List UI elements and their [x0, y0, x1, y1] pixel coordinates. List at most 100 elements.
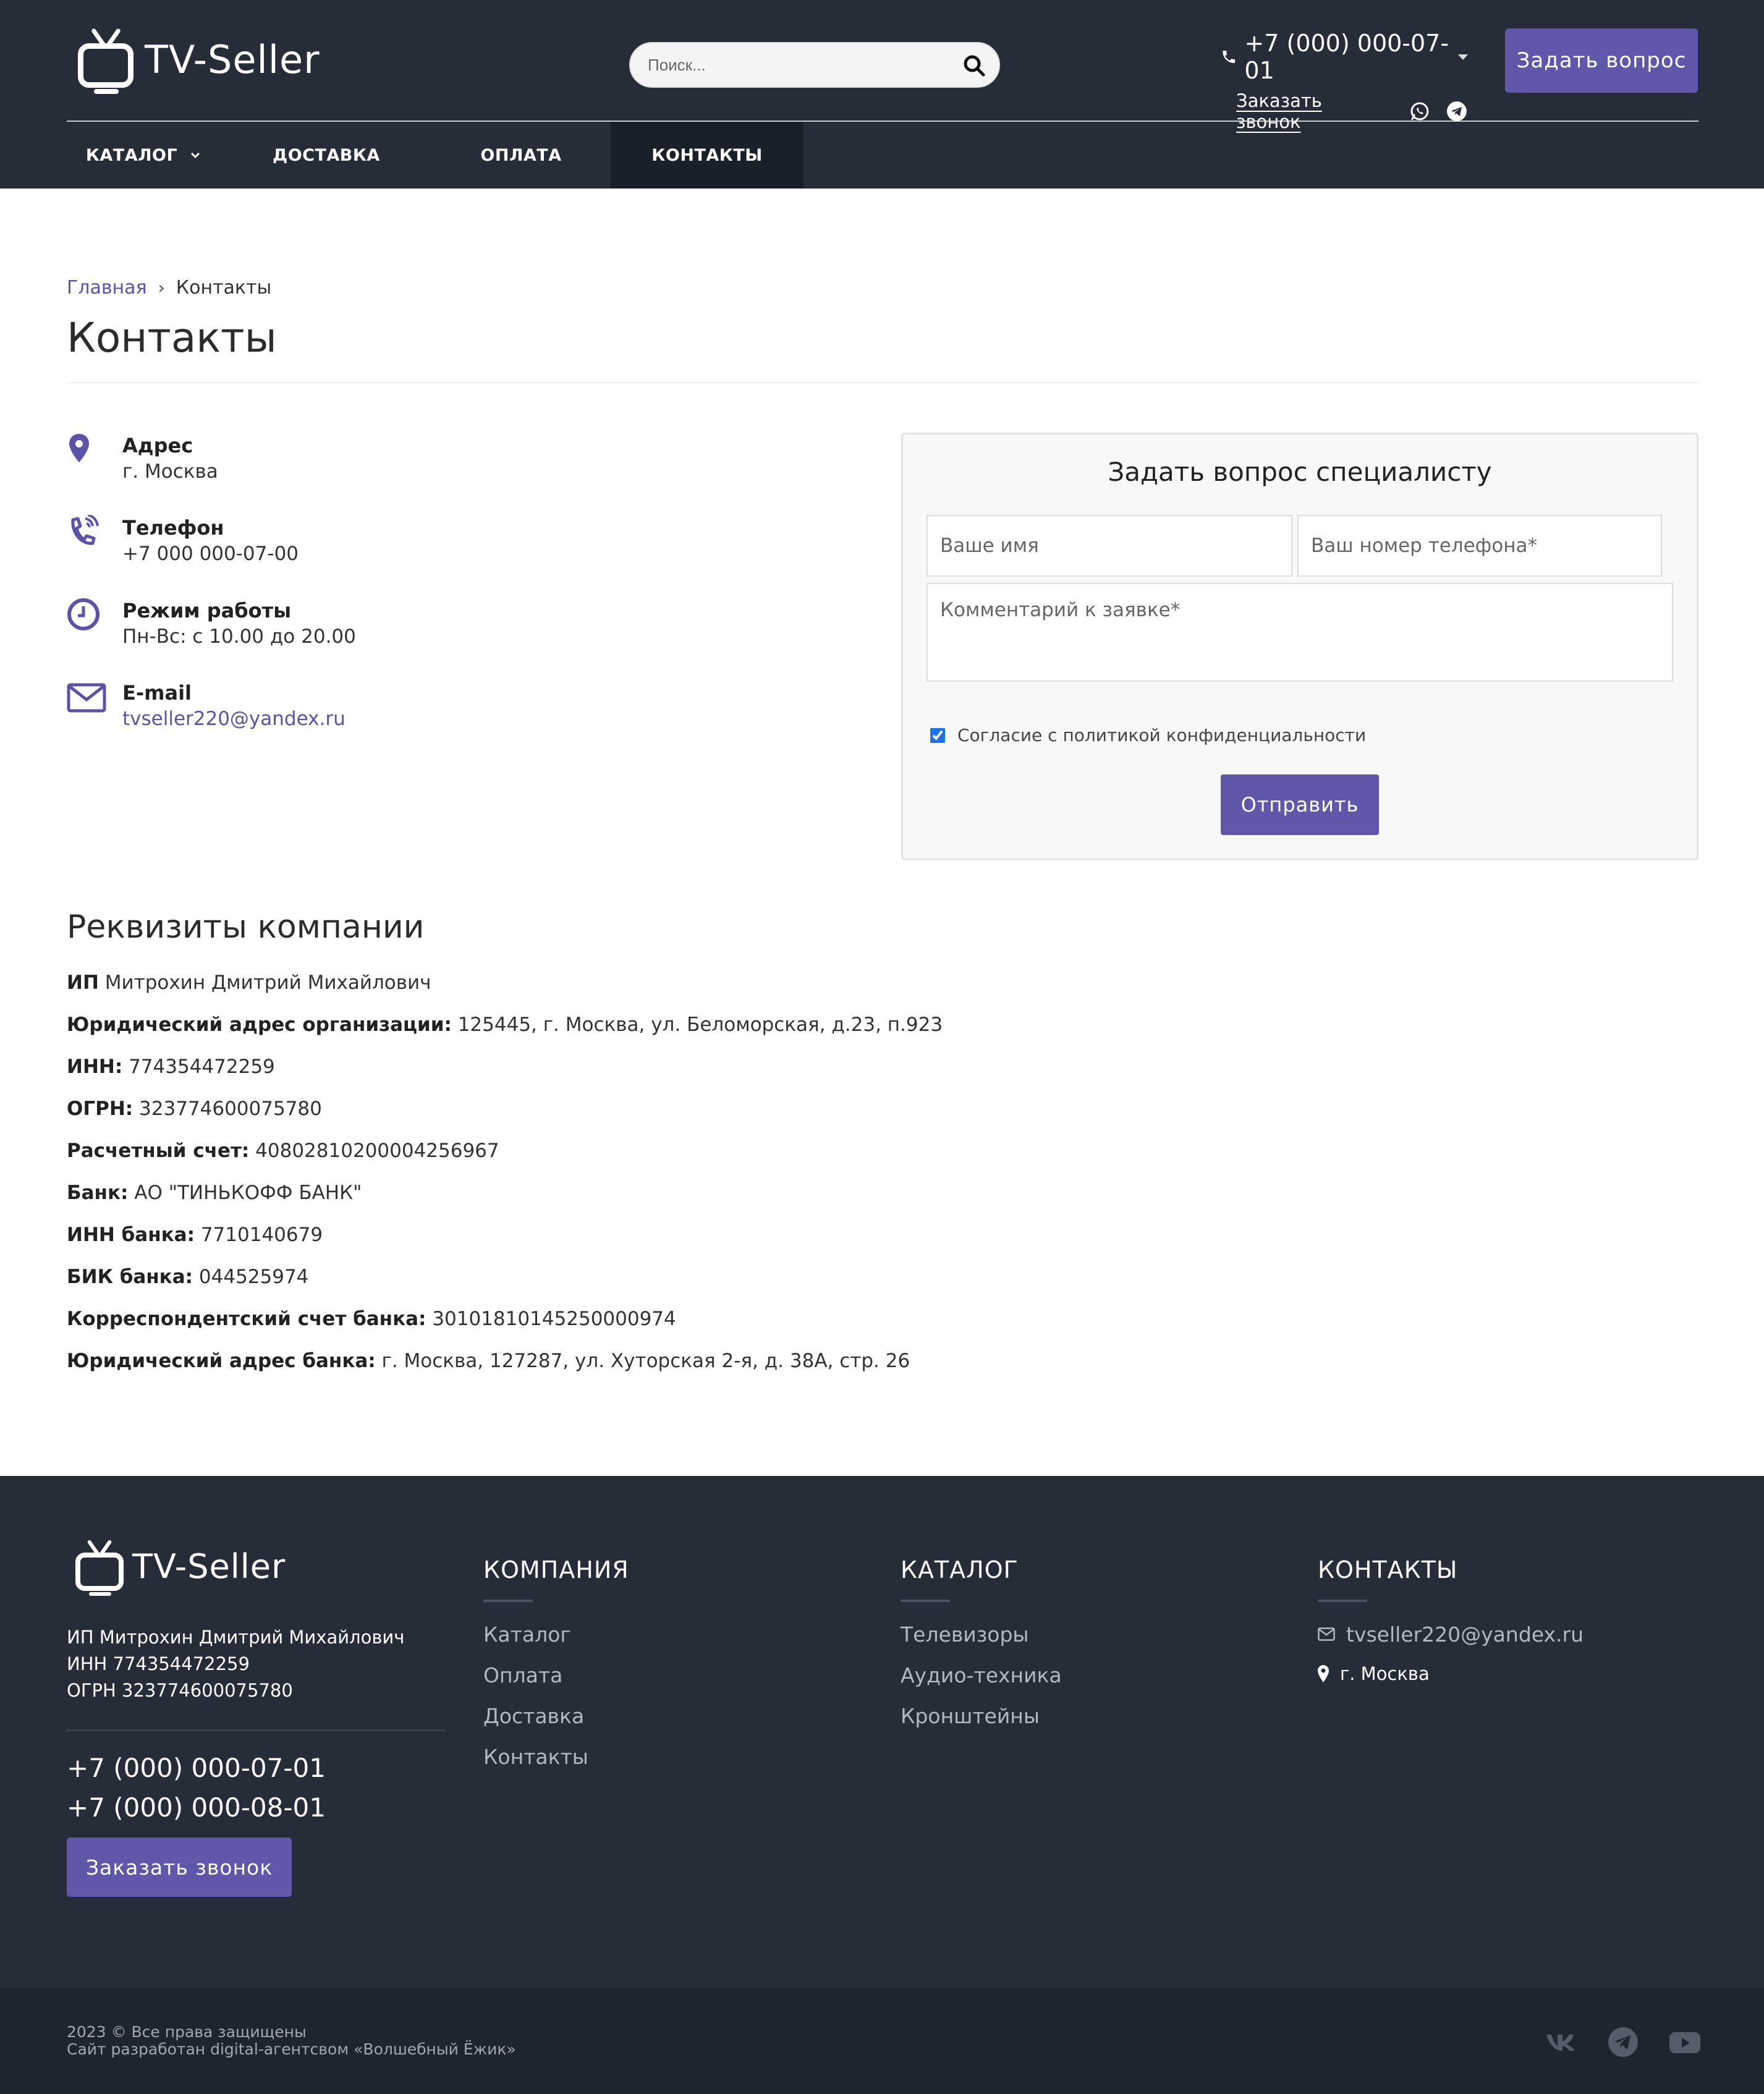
requisite-row: БИК банка: 044525974 — [67, 1261, 943, 1303]
footer-logo-text: TV-Seller — [132, 1546, 286, 1586]
phone-icon — [1223, 51, 1236, 63]
requisite-value: 30101810145250000974 — [426, 1308, 676, 1330]
footer-catalog-column: КАТАЛОГ Телевизоры Аудио-техника Кронште… — [901, 1556, 1062, 1737]
name-field[interactable] — [927, 515, 1292, 577]
phone-dropdown[interactable]: +7 (000) 000-07-01 — [1221, 30, 1468, 84]
footer-phone-2[interactable]: +7 (000) 000-08-01 — [67, 1792, 326, 1823]
site-header: TV-Seller +7 (000) 000-07-01 Заказать зв… — [0, 0, 1764, 189]
requisite-label: Юридический адрес организации: — [67, 1014, 452, 1036]
contact-email-label: E-mail — [122, 681, 192, 705]
chevron-down-icon — [1458, 54, 1468, 60]
contact-address: Адрес г. Москва — [67, 433, 218, 485]
requisite-label: Банк: — [67, 1182, 129, 1204]
map-pin-icon — [1318, 1665, 1329, 1682]
site-logo[interactable]: TV-Seller — [75, 23, 320, 95]
phone-ringing-icon — [71, 515, 99, 545]
requisites-title: Реквизиты компании — [67, 909, 425, 946]
header-phone-block: +7 (000) 000-07-01 Заказать звонок — [1221, 30, 1468, 132]
nav-contacts[interactable]: КОНТАКТЫ — [611, 122, 804, 189]
requisite-label: ИНН: — [67, 1056, 123, 1078]
developer-credit[interactable]: Сайт разработан digital-агентсвом «Волше… — [67, 2041, 516, 2058]
requisite-value: г. Москва, 127287, ул. Хуторская 2-я, д.… — [375, 1350, 910, 1372]
footer-link-delivery[interactable]: Доставка — [483, 1696, 629, 1737]
requisites-list: ИП Митрохин Дмитрий Михайлович Юридическ… — [67, 967, 943, 1388]
comment-field[interactable] — [927, 583, 1673, 682]
map-pin-icon — [69, 434, 89, 462]
contact-address-label: Адрес — [122, 434, 193, 457]
search-input[interactable] — [648, 43, 944, 87]
copyright-text: 2023 © Все права защищены — [67, 2023, 307, 2041]
footer-phone-1[interactable]: +7 (000) 000-07-01 — [67, 1753, 326, 1783]
requisite-row: Юридический адрес организации: 125445, г… — [67, 1009, 943, 1051]
footer-divider — [67, 1729, 445, 1731]
footer-link-catalog[interactable]: Каталог — [483, 1614, 629, 1655]
requisite-label: ИП — [67, 972, 99, 994]
header-phone-number: +7 (000) 000-07-01 — [1244, 30, 1449, 84]
requisite-value: 40802810200004256967 — [249, 1140, 499, 1162]
order-callback-link[interactable]: Заказать звонок — [1236, 90, 1391, 132]
logo-text: TV-Seller — [145, 36, 320, 82]
nav-payment[interactable]: ОПЛАТА — [431, 122, 611, 189]
phone-field[interactable] — [1297, 515, 1662, 577]
footer-email-link[interactable]: tvseller220@yandex.ru — [1346, 1622, 1584, 1647]
site-footer: TV-Seller ИП Митрохин Дмитрий Михайлович… — [0, 1476, 1764, 1988]
contact-hours-value: Пн-Вс: с 10.00 до 20.00 — [122, 625, 356, 648]
telegram-icon[interactable] — [1606, 2025, 1640, 2059]
footer-column-title: КОНТАКТЫ — [1318, 1556, 1458, 1583]
requisite-label: Юридический адрес банка: — [67, 1350, 376, 1372]
whatsapp-icon[interactable] — [1409, 100, 1431, 122]
submit-button[interactable]: Отправить — [1221, 774, 1379, 835]
consent-label: Согласие с политикой конфиденциальности — [957, 725, 1367, 745]
question-form: Задать вопрос специалисту Согласие с пол… — [901, 433, 1698, 860]
footer-bottom-bar: 2023 © Все права защищены Сайт разработа… — [0, 1988, 1764, 2094]
nav-catalog[interactable]: КАТАЛОГ — [67, 122, 221, 189]
contact-phone-label: Телефон — [122, 516, 224, 540]
footer-link-brackets[interactable]: Кронштейны — [901, 1696, 1062, 1737]
requisite-label: ОГРН: — [67, 1098, 134, 1120]
youtube-icon[interactable] — [1668, 2025, 1702, 2059]
chevron-down-icon — [191, 152, 200, 159]
breadcrumb-home-link[interactable]: Главная — [67, 277, 147, 299]
requisite-row: Банк: АО "ТИНЬКОФФ БАНК" — [67, 1177, 943, 1219]
requisite-label: БИК банка: — [67, 1266, 193, 1288]
requisite-row: Юридический адрес банка: г. Москва, 1272… — [67, 1346, 943, 1388]
requisite-label: ИНН банка: — [67, 1224, 195, 1246]
footer-ogrn: ОГРН 323774600075780 — [67, 1680, 293, 1701]
nav-delivery[interactable]: ДОСТАВКА — [221, 122, 431, 189]
vk-icon[interactable] — [1544, 2025, 1579, 2059]
requisite-row: Расчетный счет: 40802810200004256967 — [67, 1135, 943, 1177]
breadcrumb: Главная › Контакты — [67, 277, 271, 299]
footer-email-row: tvseller220@yandex.ru — [1318, 1614, 1584, 1654]
footer-callback-button[interactable]: Заказать звонок — [67, 1838, 292, 1897]
callback-row: Заказать звонок — [1236, 90, 1468, 132]
envelope-icon — [1318, 1627, 1335, 1641]
requisite-value: 774354472259 — [122, 1056, 275, 1078]
search-icon[interactable] — [962, 53, 986, 78]
footer-logo[interactable]: TV-Seller — [73, 1537, 286, 1596]
breadcrumb-current: Контакты — [176, 277, 272, 299]
requisite-row: ИНН: 774354472259 — [67, 1051, 943, 1093]
telegram-icon[interactable] — [1446, 100, 1468, 122]
footer-contacts-column: КОНТАКТЫ tvseller220@yandex.ru г. Москва — [1318, 1556, 1584, 1693]
consent-checkbox[interactable] — [930, 727, 945, 743]
footer-link-contacts[interactable]: Контакты — [483, 1737, 629, 1778]
requisite-value: 044525974 — [193, 1266, 309, 1288]
requisite-row: ИП Митрохин Дмитрий Михайлович — [67, 967, 943, 1009]
envelope-icon — [67, 683, 106, 713]
nav-contacts-label: КОНТАКТЫ — [651, 145, 763, 165]
contact-phone-value: +7 000 000-07-00 — [122, 543, 299, 565]
ask-question-button[interactable]: Задать вопрос — [1505, 28, 1698, 93]
requisite-value: АО "ТИНЬКОФФ БАНК" — [128, 1182, 362, 1204]
nav-payment-label: ОПЛАТА — [480, 145, 562, 165]
contact-email-link[interactable]: tvseller220@yandex.ru — [122, 706, 346, 732]
footer-link-audio[interactable]: Аудио-техника — [901, 1655, 1062, 1696]
requisite-row: ИНН банка: 7710140679 — [67, 1219, 943, 1261]
consent-row: Согласие с политикой конфиденциальности — [930, 725, 1366, 745]
tv-logo-icon — [73, 1537, 126, 1596]
footer-copyright: 2023 © Все права защищены Сайт разработа… — [67, 2024, 516, 2058]
footer-link-tvs[interactable]: Телевизоры — [901, 1614, 1062, 1655]
search-box — [629, 42, 1000, 88]
footer-company-name: ИП Митрохин Дмитрий Михайлович — [67, 1627, 405, 1648]
title-divider — [67, 382, 1698, 383]
footer-link-payment[interactable]: Оплата — [483, 1655, 629, 1696]
